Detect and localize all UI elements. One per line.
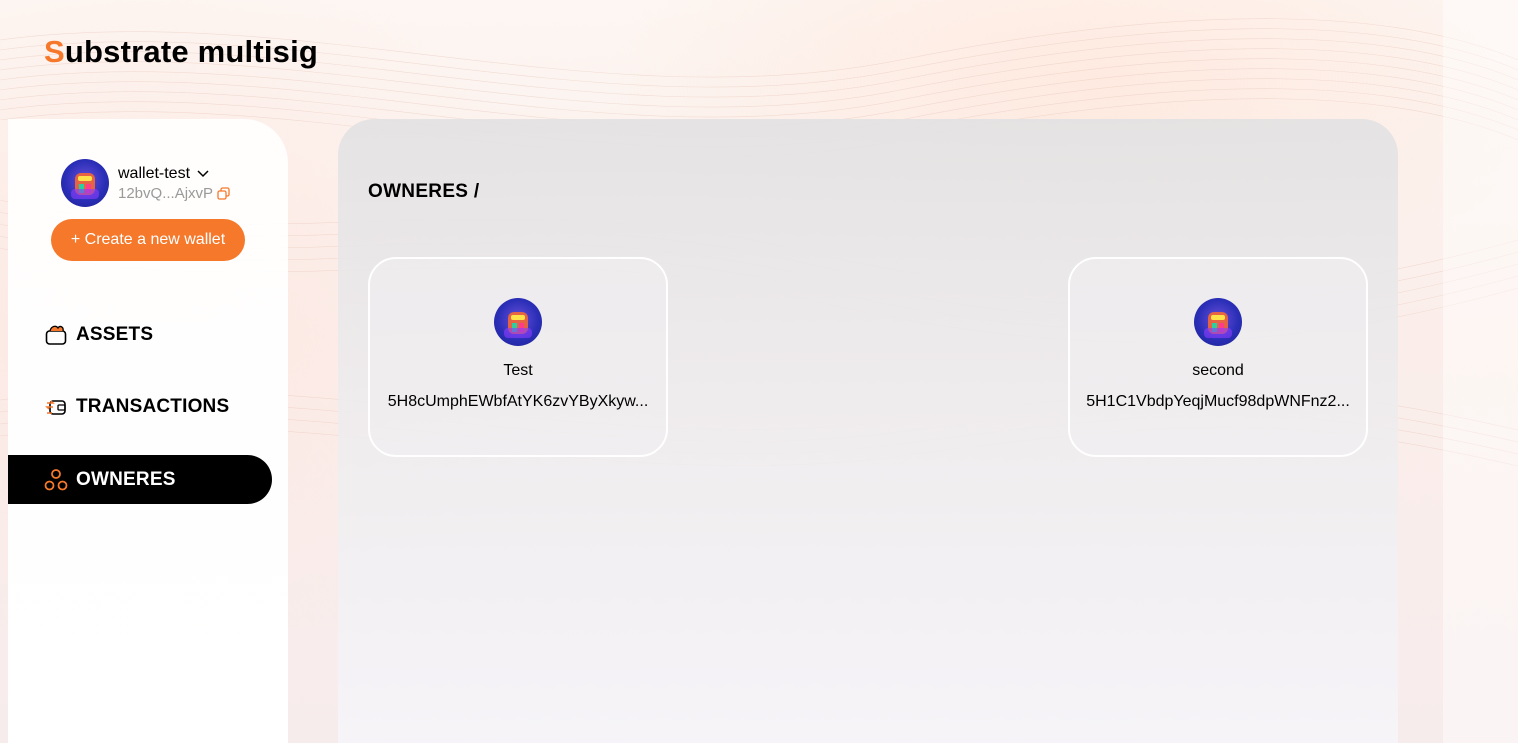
owner-address: 5H8cUmphEWbfAtYK6zvYByXkyw... [387,393,649,410]
wallet-name: wallet-test [118,164,191,182]
nav-label-owneres: OWNERES [76,468,176,490]
transfer-icon [44,395,68,419]
owner-avatar [1194,298,1242,346]
wallet-avatar [61,159,109,207]
right-edge-strip [1443,0,1518,743]
app-title-rest: ubstrate multisig [64,34,319,69]
nav-label-transactions: TRANSACTIONS [76,395,230,417]
nav-label-assets: ASSETS [76,323,154,345]
wallet-address: 12bvQ...AjxvP [118,184,214,202]
owner-name: Test [503,362,533,379]
avatar-art-icon [504,312,532,338]
wallet-selector[interactable]: wallet-test 12bvQ...AjxvP [61,159,230,207]
nav-item-assets[interactable]: ASSETS [8,310,272,359]
chevron-down-icon[interactable] [196,169,210,179]
owner-card[interactable]: second 5H1C1VbdpYeqjMucf98dpWNFnz2... [1068,257,1368,457]
owner-name: second [1192,362,1244,379]
app-title-accent: S [44,34,65,69]
avatar-art-icon [71,173,99,199]
nav-item-owneres[interactable]: OWNERES [8,455,272,504]
nav-item-transactions[interactable]: TRANSACTIONS [8,382,272,431]
sidebar: wallet-test 12bvQ...AjxvP + Create a new… [8,119,288,743]
avatar-art-icon [1204,312,1232,338]
create-wallet-button[interactable]: + Create a new wallet [51,219,245,261]
owners-icon [44,468,68,492]
copy-icon[interactable] [217,186,230,200]
owner-card[interactable]: Test 5H8cUmphEWbfAtYK6zvYByXkyw... [368,257,668,457]
app-title: Substrate multisig [44,34,318,70]
owner-address: 5H1C1VbdpYeqjMucf98dpWNFnz2... [1086,393,1350,410]
wallet-icon [44,323,68,347]
main-panel: OWNERES / Test 5H8cUmphEWbfAtYK6zvYByXky… [338,119,1398,743]
owner-avatar [494,298,542,346]
breadcrumb: OWNERES / [368,181,480,202]
